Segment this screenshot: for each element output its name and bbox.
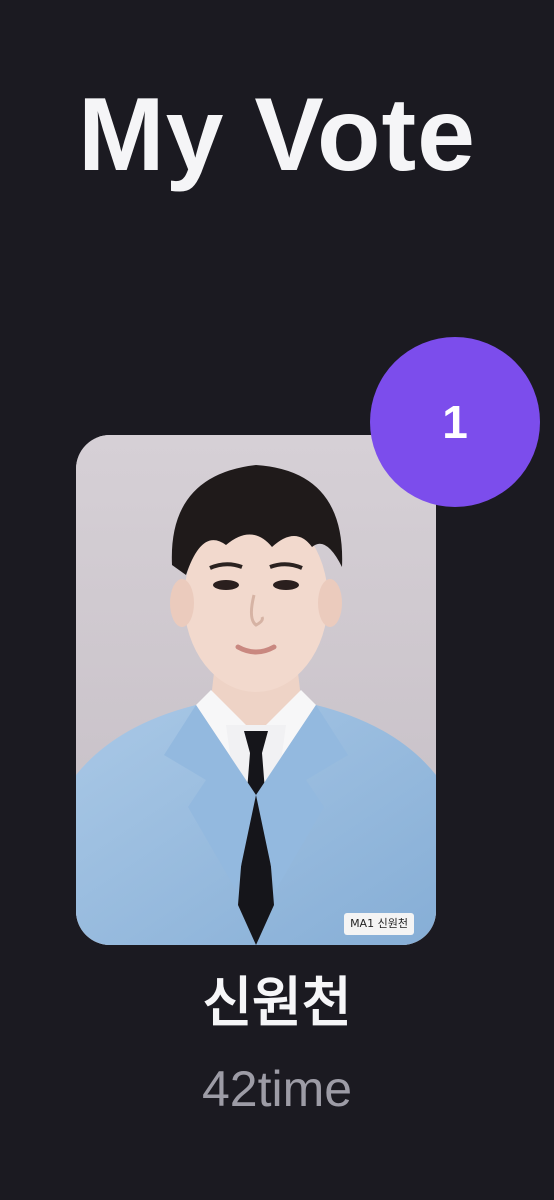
page-title: My Vote bbox=[77, 77, 476, 193]
vote-count: 42time bbox=[201, 1061, 353, 1117]
rank-badge: 1 bbox=[370, 337, 540, 507]
candidate-name: 신원천 bbox=[202, 971, 352, 1034]
candidate-photo bbox=[76, 435, 436, 945]
candidate-photo-card[interactable]: MA1 신원천 bbox=[76, 435, 436, 945]
name-tag: MA1 신원천 bbox=[350, 917, 408, 930]
